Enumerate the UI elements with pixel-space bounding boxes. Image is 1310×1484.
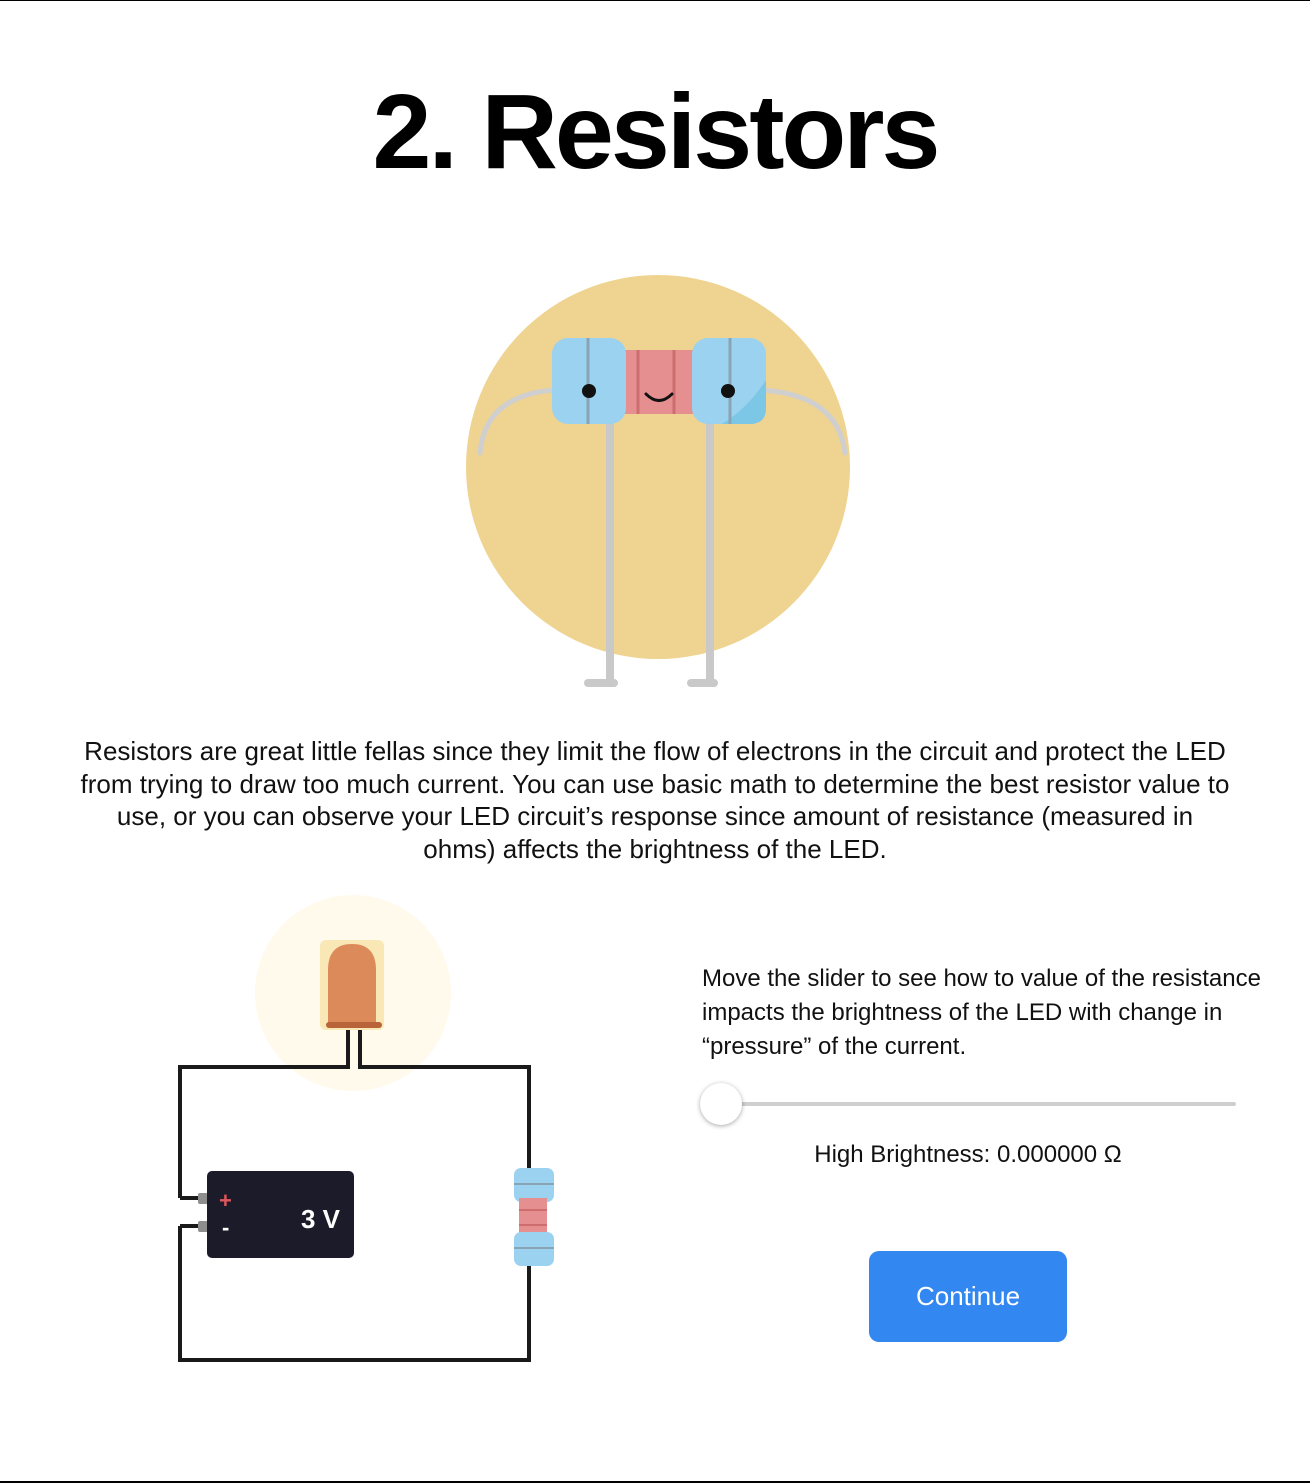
brightness-readout: High Brightness: 0.000000 Ω [814,1141,1122,1168]
intro-paragraph: Resistors are great little fellas since … [80,736,1230,864]
slider-thumb[interactable] [700,1083,742,1125]
slider-track[interactable] [720,1102,1236,1106]
resistor-character-illustration [466,275,850,687]
battery-plus-sign: + [219,1188,232,1213]
resistance-slider[interactable] [700,1080,1240,1128]
continue-button[interactable]: Continue [869,1251,1067,1342]
hero-background-circle [466,275,850,659]
battery-minus-terminal [198,1221,208,1232]
led-circuit-diagram: + - 3 V [178,895,554,1362]
battery-minus-sign: - [222,1215,229,1240]
battery-voltage: 3 V [301,1204,341,1234]
right-eye [721,384,735,398]
slider-instructions: Move the slider to see how to value of t… [702,965,1261,1060]
bottom-border [0,1481,1310,1483]
led-rim [326,1022,382,1028]
top-border [0,0,1310,1]
resistor-body [620,350,702,414]
page-title: 2. Resistors [372,73,941,191]
battery-plus-terminal [198,1193,208,1204]
left-eye [582,384,596,398]
led-bulb [328,944,376,1026]
